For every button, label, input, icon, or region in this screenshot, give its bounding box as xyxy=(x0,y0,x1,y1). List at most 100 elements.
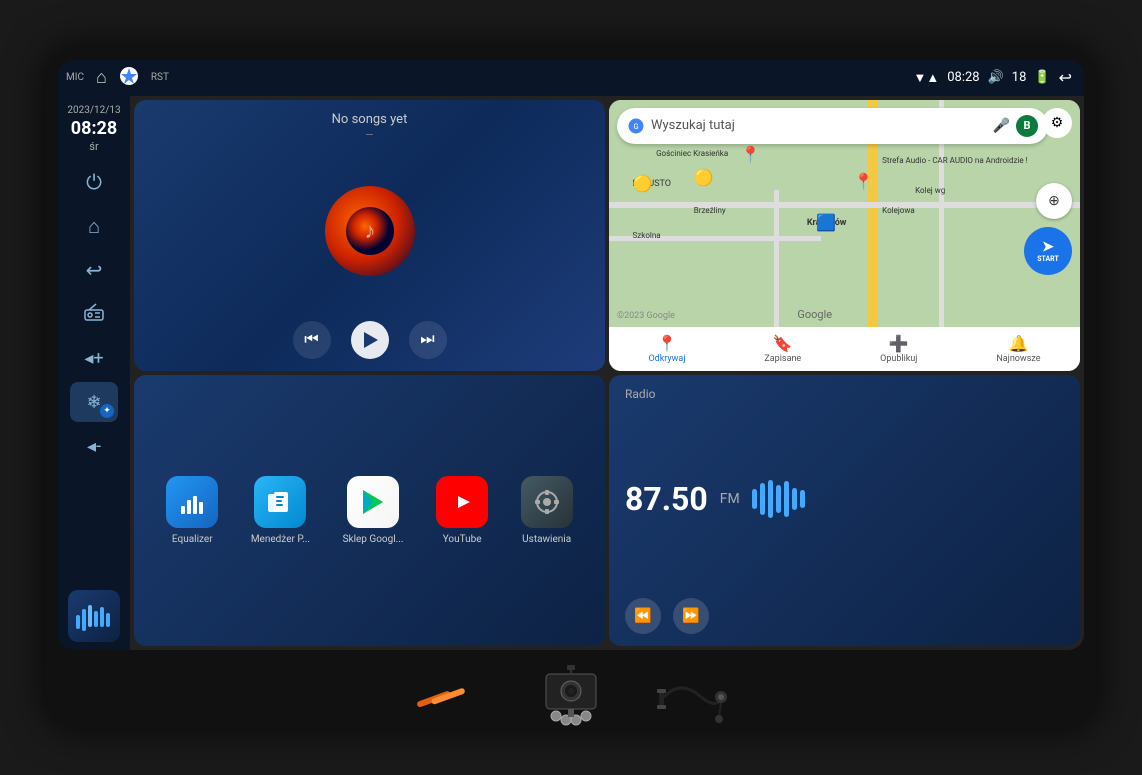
home-icon-sidebar: ⌂ xyxy=(88,214,100,239)
sidebar-item-settings[interactable]: ❄ ✦ xyxy=(70,382,118,422)
map-tab-odkrywaj[interactable]: 📍 Odkrywaj xyxy=(648,334,685,364)
map-pin-elgusto: 🟡 xyxy=(633,174,653,193)
time-display-sidebar: 08:28 xyxy=(67,117,120,140)
vol-down-icon: ◂- xyxy=(87,436,101,457)
map-copyright: ©2023 Google xyxy=(617,311,675,321)
backup-camera xyxy=(531,664,611,734)
radio-band: FM xyxy=(720,491,740,507)
radio-waveform xyxy=(752,479,805,519)
map-label-strefa: Strefa Audio - CAR AUDIO na Androidzie ! xyxy=(882,156,1012,166)
radio-widget: Radio 87.50 FM xyxy=(609,375,1080,646)
maps-icon xyxy=(119,66,139,90)
road-horizontal xyxy=(609,202,1080,208)
map-pin-2: 📍 xyxy=(854,172,874,191)
sidebar-item-home[interactable]: ⌂ xyxy=(70,206,118,246)
next-button[interactable]: ⏭ xyxy=(409,321,447,359)
map-widget[interactable]: G Wyszukaj tutaj 🎤 B ⚙ xyxy=(609,100,1080,371)
status-bar: MIC ⌂ RST ▼▲ 08:28 🔊 18 🔋 ↩ xyxy=(58,60,1084,96)
app-settings[interactable]: Ustawienia xyxy=(521,476,573,545)
prev-button[interactable]: ⏮ xyxy=(293,321,331,359)
back-icon: ↩ xyxy=(86,258,103,282)
map-tab-saved-label: Zapisane xyxy=(764,354,801,364)
volume-level: 18 xyxy=(1012,70,1027,85)
bluetooth-indicator: ✦ xyxy=(100,404,114,418)
map-tab-publish-label: Opublikuj xyxy=(880,354,917,364)
youtube-icon xyxy=(436,476,488,528)
settings-label: Ustawienia xyxy=(522,534,571,545)
map-search-text[interactable]: Wyszukaj tutaj xyxy=(651,118,987,133)
radio-prev-button[interactable]: ⏪ xyxy=(625,598,661,634)
app-files[interactable]: Menedżer P... xyxy=(251,476,310,545)
accessories-section xyxy=(58,650,1084,738)
wave-bar-2 xyxy=(760,483,765,515)
user-avatar: B xyxy=(1016,115,1038,137)
music-info: No songs yet -- xyxy=(332,112,408,141)
pry-tools xyxy=(411,679,491,719)
content-grid: No songs yet -- xyxy=(130,96,1084,650)
sidebar-item-radio[interactable] xyxy=(70,294,118,334)
music-title: No songs yet xyxy=(332,112,408,127)
radio-title: Radio xyxy=(625,387,1064,401)
vol-up-icon: ◂+ xyxy=(84,348,103,369)
gear-icon: ⚙ xyxy=(1051,115,1064,131)
power-icon: ⏻ xyxy=(86,170,102,194)
music-subtitle: -- xyxy=(332,127,408,141)
equalizer-icon xyxy=(166,476,218,528)
wave-bar-7 xyxy=(800,490,805,508)
app-playstore[interactable]: Sklep Googl... xyxy=(343,476,404,545)
sidebar: 2023/12/13 08:28 śr ⏻ ⌂ ↩ xyxy=(58,96,130,650)
compass-icon: ⊕ xyxy=(1048,193,1060,209)
compass-button[interactable]: ⊕ xyxy=(1036,183,1072,219)
music-widget: No songs yet -- xyxy=(134,100,605,371)
status-left: MIC ⌂ RST xyxy=(66,66,169,90)
playstore-label: Sklep Googl... xyxy=(343,534,404,545)
car-head-unit: MIC ⌂ RST ▼▲ 08:28 🔊 18 🔋 ↩ xyxy=(46,48,1096,728)
map-bottom-bar: 📍 Odkrywaj 🔖 Zapisane ➕ Opublikuj 🔔 xyxy=(609,327,1080,371)
map-search-bar[interactable]: G Wyszukaj tutaj 🎤 B xyxy=(617,108,1048,144)
radio-freq-row: 87.50 FM xyxy=(625,479,1064,519)
play-button[interactable] xyxy=(351,321,389,359)
time-display: 08:28 xyxy=(947,70,979,85)
wave-bar-6 xyxy=(792,488,797,510)
settings-app-icon xyxy=(521,476,573,528)
sound-widget[interactable] xyxy=(68,590,120,642)
discover-icon: 📍 xyxy=(657,334,677,353)
mic-search-icon[interactable]: 🎤 xyxy=(993,118,1010,134)
equalizer-label: Equalizer xyxy=(172,534,213,545)
start-navigation-button[interactable]: ➤ START xyxy=(1024,227,1072,275)
map-tab-zapisane[interactable]: 🔖 Zapisane xyxy=(764,334,801,364)
map-pin-1: 📍 xyxy=(741,145,761,164)
sidebar-datetime: 2023/12/13 08:28 śr xyxy=(67,104,120,155)
wave-bar-1 xyxy=(752,489,757,509)
radio-controls: ⏪ ⏩ xyxy=(625,598,1064,634)
album-art: ♪ xyxy=(325,186,415,276)
wave-bar-5 xyxy=(784,481,789,517)
publish-icon: ➕ xyxy=(889,334,909,353)
svg-text:G: G xyxy=(633,122,638,131)
radio-next-button[interactable]: ⏩ xyxy=(673,598,709,634)
start-label: START xyxy=(1037,255,1059,263)
aux-cable xyxy=(651,669,731,729)
app-equalizer[interactable]: Equalizer xyxy=(166,476,218,545)
map-label-gosciniec: Gościniec Krasieńka xyxy=(656,149,728,158)
map-tab-latest-label: Najnowsze xyxy=(996,354,1040,364)
app-youtube[interactable]: YouTube xyxy=(436,476,488,545)
status-right: ▼▲ 08:28 🔊 18 🔋 ↩ xyxy=(913,68,1072,87)
saved-icon: 🔖 xyxy=(773,334,793,353)
sidebar-item-vol-up[interactable]: ◂+ xyxy=(70,338,118,378)
back-btn[interactable]: ↩ xyxy=(1059,68,1072,87)
date-display: 2023/12/13 xyxy=(67,104,120,117)
map-label-brzeźliny: Brzeźliny xyxy=(694,206,726,215)
map-label-kolej: Kolej wg xyxy=(915,186,945,195)
map-settings-button[interactable]: ⚙ xyxy=(1042,108,1072,138)
sidebar-item-vol-down[interactable]: ◂- xyxy=(70,426,118,466)
map-label-kolejowa: Kolejowa xyxy=(882,206,915,215)
sidebar-item-power[interactable]: ⏻ xyxy=(70,162,118,202)
battery-icon: 🔋 xyxy=(1034,70,1050,85)
map-tab-opublikuj[interactable]: ➕ Opublikuj xyxy=(880,334,917,364)
music-controls: ⏮ ⏭ xyxy=(293,321,447,359)
map-tab-najnowsze[interactable]: 🔔 Najnowsze xyxy=(996,334,1040,364)
screen: MIC ⌂ RST ▼▲ 08:28 🔊 18 🔋 ↩ xyxy=(58,60,1084,650)
sidebar-item-back[interactable]: ↩ xyxy=(70,250,118,290)
volume-icon: 🔊 xyxy=(988,70,1004,85)
